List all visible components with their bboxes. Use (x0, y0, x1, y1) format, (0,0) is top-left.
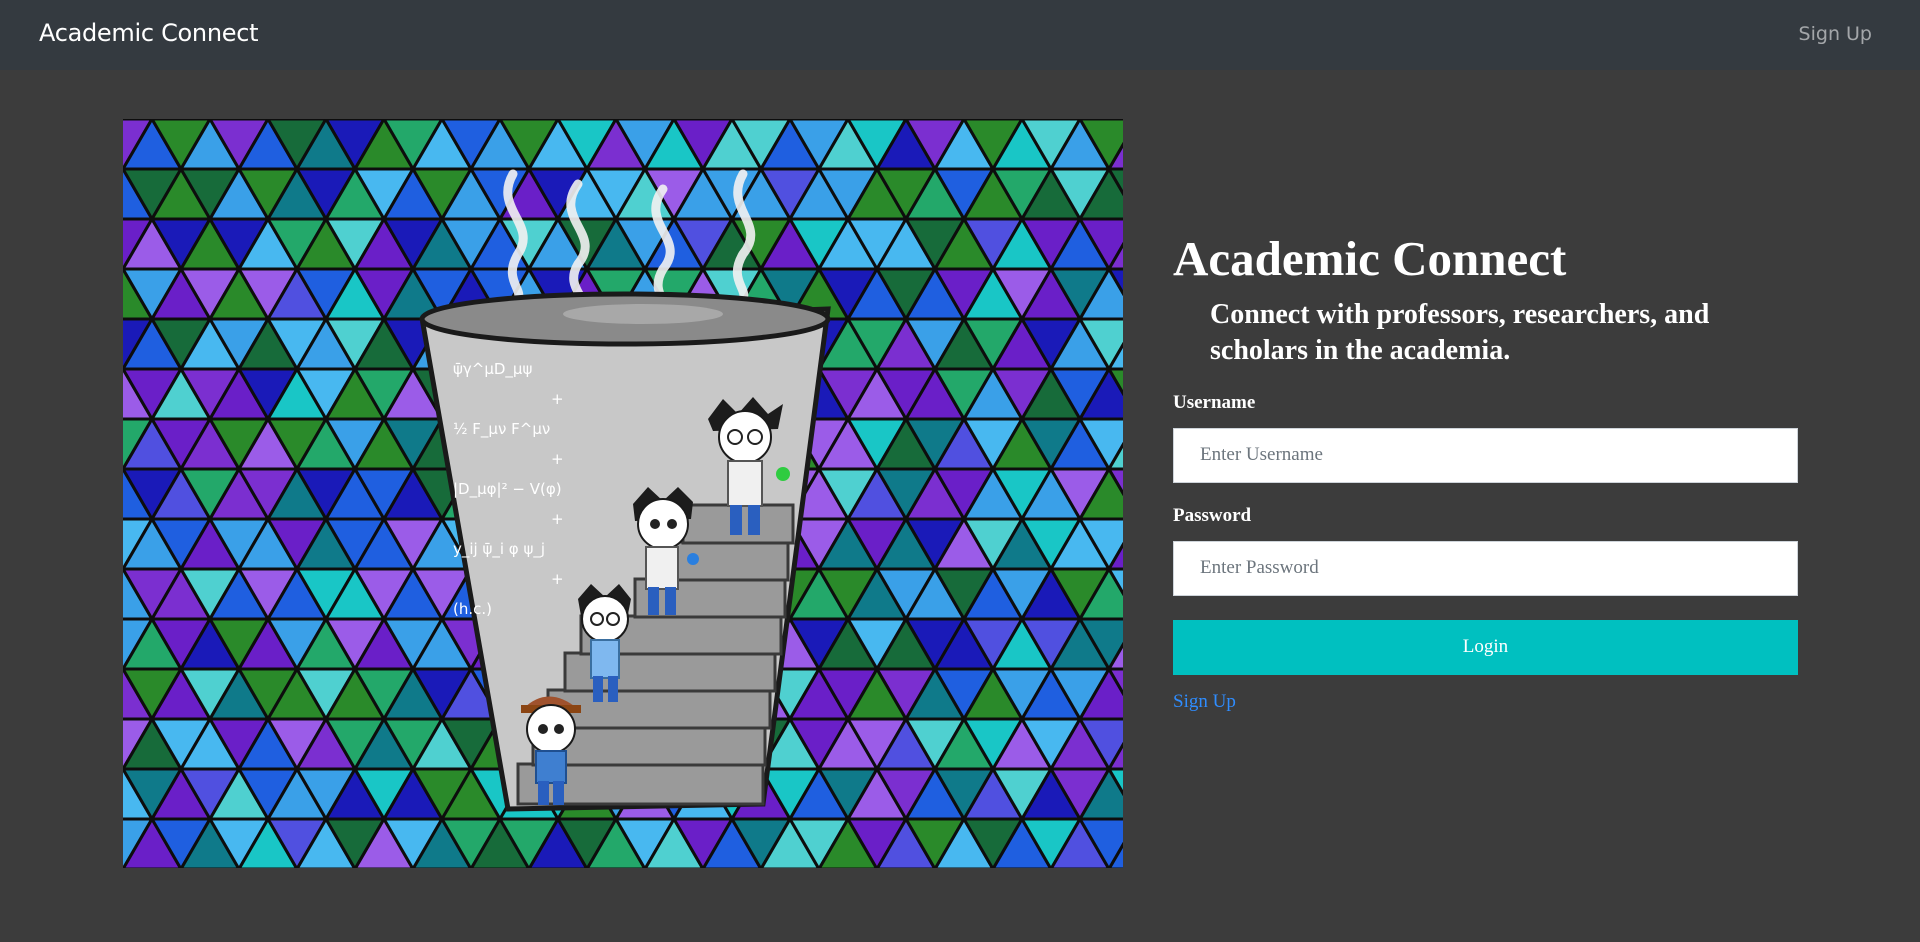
equation-line: ψ̄γ^μD_μψ (453, 360, 532, 379)
equation-line: + (551, 570, 564, 588)
username-label: Username (1173, 391, 1256, 413)
login-button[interactable]: Login (1173, 619, 1798, 675)
navbar-signup-link[interactable]: Sign Up (1799, 23, 1872, 45)
password-input[interactable] (1173, 540, 1798, 596)
page-subtitle: Connect with professors, researchers, an… (1210, 298, 1710, 367)
login-panel: Academic Connect Connect with professors… (1173, 230, 1798, 713)
equation-line: (h.c.) (453, 600, 492, 618)
hero-illustration: ψ̄γ^μD_μψ + ½ F_μν F^μν + |D_μφ|² − V(φ) + y_i… (123, 119, 1123, 868)
equation-line: ½ F_μν F^μν (453, 420, 550, 439)
equation-line: + (551, 390, 564, 408)
equation-line: y_ij ψ̄_i φ ψ_j (453, 540, 545, 559)
signup-link[interactable]: Sign Up (1173, 691, 1236, 713)
top-navbar: Academic Connect Sign Up (0, 0, 1920, 70)
equation-line: |D_μφ|² − V(φ) (453, 480, 562, 499)
equation-line: + (551, 450, 564, 468)
stained-glass-illustration: ψ̄γ^μD_μψ+½ F_μν F^μν+|D_μφ|² − V(φ)+y_i… (123, 119, 1123, 868)
password-label: Password (1173, 504, 1252, 526)
navbar-brand[interactable]: Academic Connect (39, 19, 259, 47)
equation-line: + (551, 510, 564, 528)
page-title: Academic Connect (1173, 231, 1567, 286)
username-input[interactable] (1173, 427, 1798, 483)
